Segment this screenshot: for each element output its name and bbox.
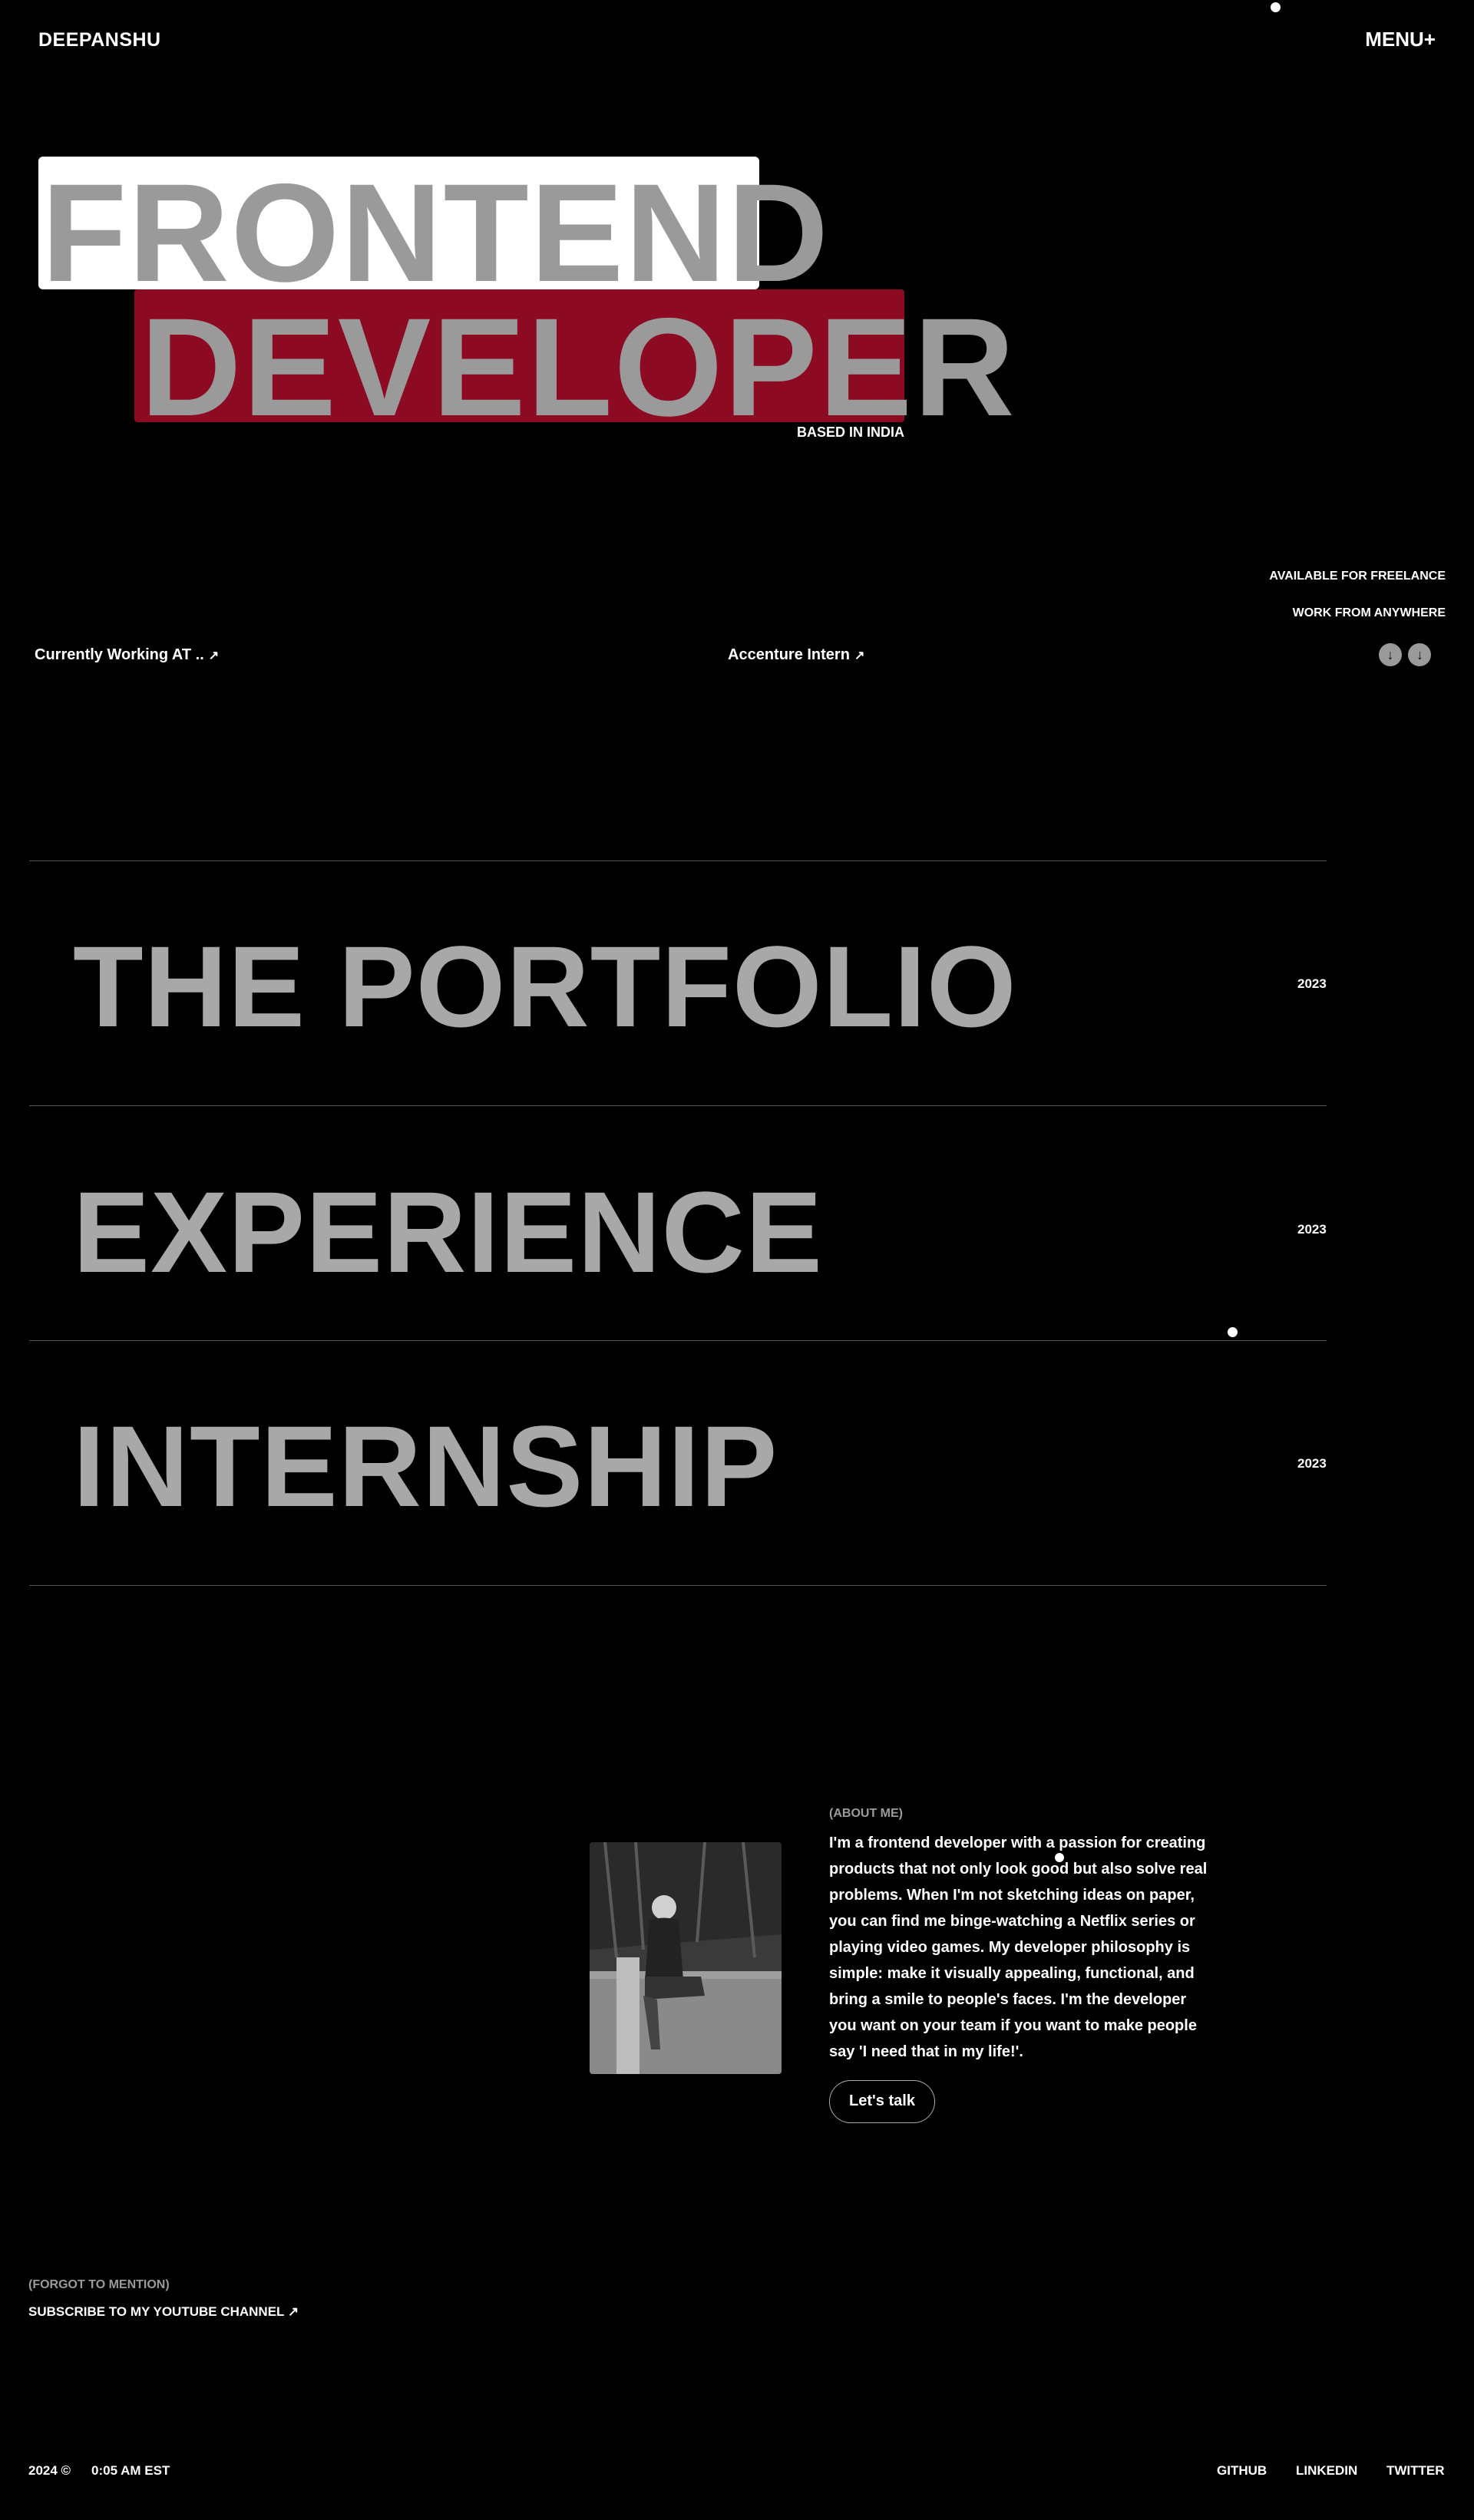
youtube-link-label: SUBSCRIBE TO MY YOUTUBE CHANNEL — [28, 2304, 285, 2319]
divider — [29, 1585, 1327, 1586]
current-work-link[interactable]: Currently Working AT .. ↗ — [35, 646, 219, 664]
arrow-down-icon[interactable]: ↓ — [1379, 643, 1402, 666]
arrow-up-right-icon: ↗ — [854, 649, 865, 662]
footer-link-twitter[interactable]: TWITTER — [1386, 2463, 1445, 2479]
section-portfolio-title[interactable]: THE PORTFOLIO — [73, 929, 1017, 1044]
cursor-dot — [1271, 2, 1281, 12]
profile-photo — [590, 1842, 782, 2074]
current-work-label: Currently Working AT .. — [35, 646, 204, 663]
freelance-status: AVAILABLE FOR FREELANCE — [1269, 570, 1446, 583]
youtube-subscribe-link[interactable]: SUBSCRIBE TO MY YOUTUBE CHANNEL ↗ — [28, 2304, 299, 2320]
divider — [29, 1105, 1327, 1106]
remote-status: WORK FROM ANYWHERE — [1292, 606, 1446, 619]
divider — [29, 1340, 1327, 1341]
menu-button[interactable]: MENU+ — [1365, 28, 1436, 51]
hero-title-frontend: FRONTEND — [38, 157, 828, 302]
profile-photo-illustration — [590, 1842, 782, 2074]
scroll-controls: ↓ ↓ — [1379, 643, 1432, 666]
footer-link-linkedin[interactable]: LINKEDIN — [1296, 2463, 1357, 2479]
footer-year: 2024 © — [28, 2463, 71, 2478]
section-portfolio-year: 2023 — [1297, 976, 1327, 991]
about-label: (ABOUT ME) — [829, 1807, 903, 1820]
hero-title-developer: DEVELOPER — [134, 289, 1015, 437]
location-label: BASED IN INDIA — [797, 424, 905, 440]
section-internship-title[interactable]: INTERNSHIP — [73, 1409, 778, 1524]
site-logo[interactable]: DEEPANSHU — [38, 29, 161, 51]
cursor-dot — [1228, 1327, 1238, 1337]
footer-link-github[interactable]: GITHUB — [1217, 2463, 1267, 2479]
forgot-label: (FORGOT TO MENTION) — [28, 2278, 170, 2291]
section-experience-year: 2023 — [1297, 1222, 1327, 1237]
company-link[interactable]: Accenture Intern ↗ — [728, 646, 864, 664]
section-internship-year: 2023 — [1297, 1456, 1327, 1471]
divider — [29, 860, 1327, 861]
footer-time: 0:05 AM EST — [91, 2463, 170, 2478]
arrow-up-right-icon: ↗ — [287, 2304, 299, 2319]
lets-talk-button[interactable]: Let's talk — [829, 2080, 935, 2123]
arrow-up-right-icon: ↗ — [208, 649, 220, 662]
company-name: Accenture Intern — [728, 646, 850, 663]
section-experience-title[interactable]: EXPERIENCE — [73, 1174, 823, 1290]
arrow-down-icon[interactable]: ↓ — [1408, 643, 1432, 666]
about-paragraph: I'm a frontend developer with a passion … — [829, 1835, 1208, 2060]
